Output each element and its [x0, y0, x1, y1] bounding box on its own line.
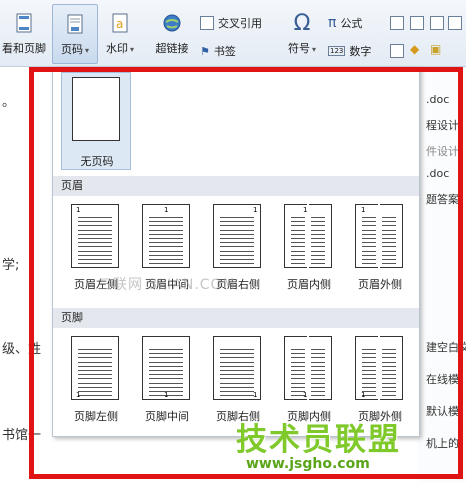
- footer-section-title: 页脚: [53, 308, 419, 328]
- recent-file-item[interactable]: 程设计: [426, 117, 459, 133]
- page-number-label: 页码: [60, 43, 83, 56]
- eraser-icon[interactable]: ◆: [410, 42, 419, 56]
- bookmark-button[interactable]: ⚑ 书签: [200, 42, 236, 60]
- option-label: 页眉内侧: [287, 278, 331, 291]
- cross-reference-icon: [200, 16, 214, 30]
- svg-text:a: a: [116, 17, 123, 31]
- page-thumbnail: 1: [142, 204, 190, 268]
- header-option-5[interactable]: 1 页眉外侧: [345, 200, 415, 296]
- site-watermark: 三联网 3LIAN.COM: [98, 277, 236, 293]
- header-section-title: 页眉: [53, 176, 419, 196]
- form-field-icon[interactable]: [430, 16, 444, 30]
- chevron-down-icon: ▾: [84, 46, 89, 55]
- page-thumbnail: 1: [71, 204, 119, 268]
- page-number-gallery: 无页码 页眉 页脚 1 页眉左侧 1 页眉中间 1 页眉右侧 1 页眉内侧 1 页眉外侧 1 页脚左侧…: [52, 67, 420, 437]
- cross-reference-button[interactable]: 交叉引用: [200, 14, 262, 32]
- hyperlink-button[interactable]: 超链接: [150, 4, 194, 62]
- page-number-digit: 1: [303, 206, 308, 214]
- page-number-digit: 1: [164, 206, 169, 214]
- cross-reference-label: 交叉引用: [218, 17, 262, 30]
- page-thumbnail: [72, 77, 120, 141]
- page-number-digit: 1: [164, 391, 169, 399]
- bookmark-label: 书签: [213, 45, 236, 58]
- page-thumbnail: 1: [355, 336, 403, 400]
- header-footer-button[interactable]: 看和页脚: [0, 4, 48, 62]
- page-thumbnail: 1: [284, 336, 332, 400]
- header-option-4[interactable]: 1 页眉内侧: [274, 200, 344, 296]
- template-link[interactable]: 默认模: [426, 403, 459, 419]
- object-icon[interactable]: [448, 16, 462, 30]
- omega-icon: Ω: [293, 10, 311, 36]
- page-number-icon: [64, 13, 86, 35]
- formula-label: 公式: [340, 17, 363, 30]
- watermark-button[interactable]: a 水印 ▾: [98, 4, 142, 62]
- symbol-button[interactable]: Ω 符号 ▾: [282, 4, 322, 62]
- site-logo-watermark: 技术员联盟: [236, 422, 401, 458]
- option-label: 页脚中间: [145, 410, 189, 423]
- recent-file-item[interactable]: .doc: [426, 167, 449, 180]
- number-label: 数字: [349, 45, 372, 58]
- document-body: 。: [0, 67, 30, 483]
- option-label: 页眉外侧: [358, 278, 402, 291]
- site-url-watermark: www.jsgho.com: [246, 456, 370, 472]
- watermark-label: 水印: [105, 42, 128, 55]
- page-thumbnail: 1: [71, 336, 119, 400]
- page-thumbnail: 1: [355, 204, 403, 268]
- page-number-digit: 1: [253, 206, 258, 214]
- at-sign-icon[interactable]: [390, 44, 404, 58]
- page-number-digit: 1: [303, 391, 308, 399]
- header-footer-icon: [13, 12, 35, 34]
- number-button[interactable]: 123 数字: [328, 42, 371, 60]
- page-number-digit: 1: [253, 391, 258, 399]
- pi-icon: π: [328, 15, 337, 31]
- number-icon: 123: [328, 46, 346, 56]
- task-pane: .doc 程设计 件设计 .doc 题答案 建空白文 在线模 默认模 机上的: [418, 67, 466, 483]
- small-icon-group: ◆ ▣: [384, 6, 464, 62]
- page-number-digit: 1: [361, 391, 366, 399]
- hyperlink-label: 超链接: [155, 42, 189, 55]
- doc-text: 学;: [2, 258, 20, 273]
- textbox-icon[interactable]: [390, 16, 404, 30]
- symbol-label: 符号: [287, 42, 310, 55]
- template-link[interactable]: 机上的: [426, 435, 459, 451]
- doc-text: 书馆一: [2, 428, 42, 443]
- no-page-number-option[interactable]: 无页码: [61, 72, 131, 170]
- chevron-down-icon: ▾: [311, 45, 316, 54]
- footer-option-1[interactable]: 1 页脚左侧: [61, 332, 131, 428]
- template-link[interactable]: 在线模: [426, 371, 459, 387]
- page-thumbnail: 1: [142, 336, 190, 400]
- page-number-button[interactable]: 页码 ▾: [52, 4, 98, 64]
- bookmark-flag-icon: ⚑: [200, 44, 210, 58]
- template-link[interactable]: 建空白文: [426, 339, 466, 355]
- watermark-icon: a: [109, 12, 131, 34]
- ribbon-toolbar: 看和页脚 页码 ▾ a 水印 ▾ 超链接 交叉引用 ⚑ 书签 Ω 符号 ▾ π 公式 …: [0, 0, 466, 67]
- lock-icon[interactable]: ▣: [430, 42, 441, 56]
- page-number-digit: 1: [76, 391, 81, 399]
- checkbox-icon[interactable]: [410, 16, 424, 30]
- recent-file-item[interactable]: 题答案: [426, 191, 459, 207]
- recent-file-item[interactable]: 件设计: [426, 143, 459, 159]
- page-thumbnail: 1: [284, 204, 332, 268]
- formula-button[interactable]: π 公式: [328, 14, 362, 32]
- page-thumbnail: 1: [213, 336, 261, 400]
- option-label: 页脚左侧: [74, 410, 118, 423]
- page-number-digit: 1: [361, 206, 366, 214]
- header-footer-label: 看和页脚: [2, 42, 46, 55]
- page-thumbnail: 1: [213, 204, 261, 268]
- recent-file-item[interactable]: .doc: [426, 93, 449, 106]
- chevron-down-icon: ▾: [129, 45, 134, 54]
- page-number-digit: 1: [76, 206, 81, 214]
- doc-text: 。: [2, 95, 16, 110]
- option-label: 无页码: [80, 155, 114, 168]
- globe-link-icon: [161, 12, 183, 34]
- footer-option-2[interactable]: 1 页脚中间: [132, 332, 202, 428]
- doc-text: 级、姓: [2, 342, 42, 357]
